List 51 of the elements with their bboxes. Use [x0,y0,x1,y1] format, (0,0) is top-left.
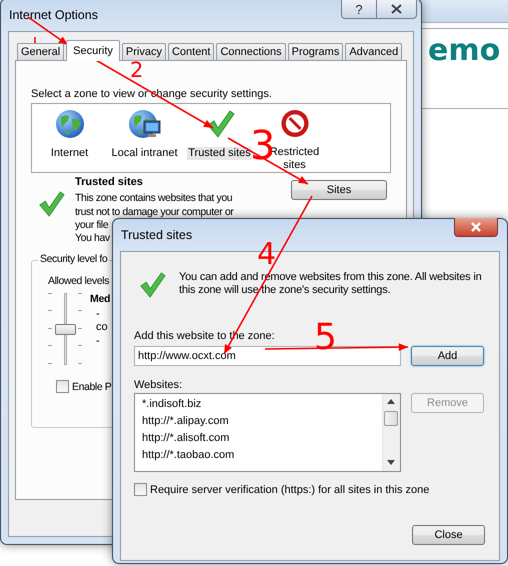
description-line: trust not to damage your computer or [75,206,234,219]
window-title: Trusted sites [121,228,192,242]
tab[interactable]: Programs [288,43,344,60]
checkbox-label: Require server verification (https:) for all sites in this zone [150,484,430,496]
websites-label: Websites: [134,379,184,391]
tab[interactable]: Security [66,40,120,61]
add-button[interactable]: Add [411,346,484,366]
globe-icon [54,109,84,139]
tab[interactable]: Privacy [122,43,166,60]
group-legend: Security level fo [38,253,110,266]
level-note: co [95,321,108,335]
zone-item[interactable]: Local intranet [110,147,179,160]
zone-item[interactable]: Internet [50,147,90,160]
annotation-number: 2 [130,60,144,81]
checkbox[interactable] [134,483,147,496]
page-heading: emo [428,33,502,68]
help-button[interactable]: ? [341,0,377,19]
description-line: your file [75,218,108,232]
annotation-number: 4 [257,240,276,270]
checkbox-label: Enable P [72,380,112,393]
close-icon [470,222,482,232]
website-item[interactable]: http://*.alisoft.com [142,430,382,447]
tab[interactable]: General [17,43,64,60]
tab[interactable]: Advanced [345,43,402,60]
scroll-up-icon[interactable] [387,399,395,404]
checkbox[interactable] [56,380,69,394]
description-line: You hav [75,232,110,246]
tab[interactable]: Content [168,43,214,60]
level-name: Med [90,293,110,307]
scrollbar[interactable] [382,394,400,471]
no-entry-icon [280,109,310,138]
level-slider[interactable] [48,293,82,366]
level-note: - [95,308,100,322]
sites-button[interactable]: Sites [291,180,387,200]
scroll-down-icon[interactable] [387,460,395,465]
zone-heading: Trusted sites [75,176,143,190]
globe-monitor-icon [128,109,162,139]
close-button[interactable] [377,0,417,19]
close-button[interactable] [454,218,498,237]
website-item[interactable]: *.indisoft.biz [142,396,382,413]
window-title: Internet Options [9,8,98,22]
tab[interactable]: Connections [216,43,286,60]
scroll-thumb[interactable] [384,411,398,426]
close-button[interactable]: Close [412,525,485,545]
description-line: This zone contains websites that you [75,192,232,206]
website-item[interactable]: http://*.taobao.com [142,447,382,464]
website-item[interactable]: http://*.alipay.com [142,413,382,430]
level-note: - [95,334,100,348]
allowed-levels-label: Allowed levels [48,275,109,288]
zone-item[interactable]: Trusted sites [187,147,252,160]
close-icon [391,4,402,14]
